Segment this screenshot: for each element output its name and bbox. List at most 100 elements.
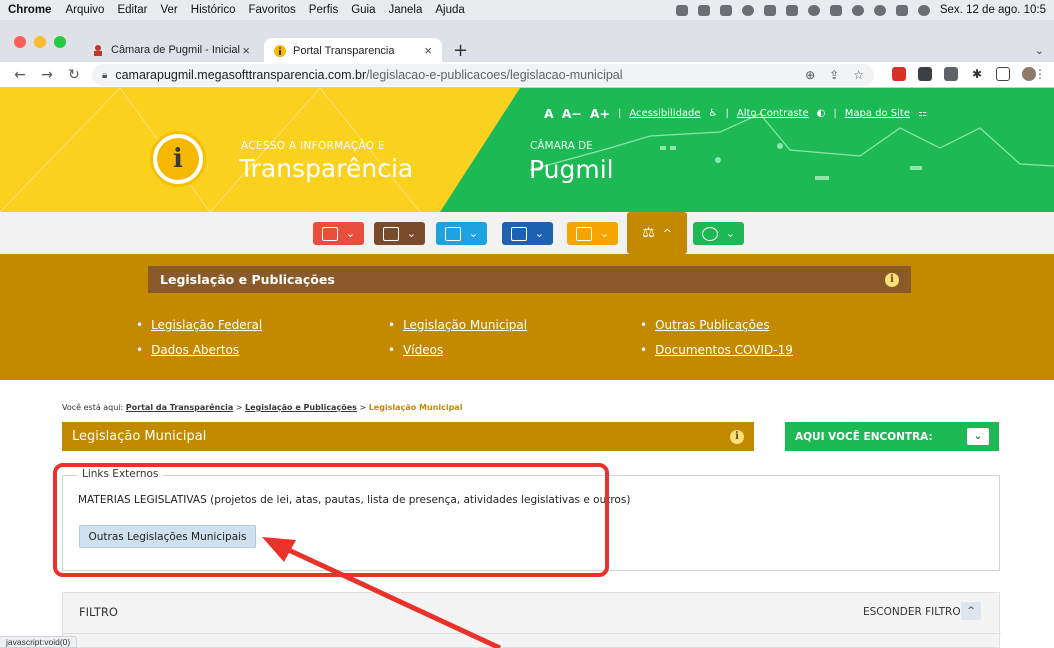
camara-subtitle: CÂMARA DE	[530, 140, 593, 152]
window-maximize-button[interactable]	[54, 36, 66, 48]
wifi-icon[interactable]	[851, 4, 864, 16]
extensions-bar: ✱	[892, 67, 1036, 81]
nav-relatorios-button[interactable]: ⌄	[502, 222, 553, 245]
menubar-item-ajuda[interactable]: Ajuda	[435, 4, 464, 16]
battery-icon[interactable]	[829, 4, 842, 16]
window-close-button[interactable]	[14, 36, 26, 48]
nav-licitacoes-button[interactable]: ⌄	[374, 222, 425, 245]
brand-title[interactable]: Transparência	[239, 154, 413, 183]
extension-icon[interactable]	[944, 67, 958, 81]
nav-legislacao-button[interactable]: ⚖︎ ^	[627, 212, 687, 254]
puzzle-extensions-icon[interactable]: ✱	[970, 67, 984, 81]
filter-panel: FILTRO ESCONDER FILTRO ^	[62, 592, 1001, 648]
url-host: camarapugmil.megasofttransparencia.com.b…	[115, 68, 367, 82]
accessibility-link[interactable]: Acessibilidade	[629, 108, 700, 119]
tab-camara-inicial[interactable]: Câmara de Pugmil - Inicial ×	[82, 38, 260, 62]
info-circle-icon	[701, 226, 718, 241]
font-reset-button[interactable]: A	[544, 106, 554, 121]
legislacao-submenu: Legislação e Publicações i Legislação Fe…	[0, 254, 1054, 380]
menubar-clock[interactable]: Sex. 12 de ago. 10:5	[940, 4, 1046, 16]
high-contrast-link[interactable]: Alto Contraste	[737, 108, 809, 119]
breadcrumb-separator: >	[235, 403, 243, 412]
breadcrumb-home-link[interactable]: Portal da Transparência	[126, 403, 233, 412]
os-menubar: Chrome Arquivo Editar Ver Histórico Favo…	[0, 0, 1054, 20]
info-icon[interactable]: i	[885, 272, 899, 287]
menubar-item-historico[interactable]: Histórico	[191, 4, 236, 16]
reload-icon[interactable]: ↻	[67, 67, 81, 83]
transparencia-logo[interactable]: i	[150, 131, 206, 187]
wheelchair-icon: ♿︎	[708, 108, 718, 119]
browser-tabstrip: Câmara de Pugmil - Inicial × Portal Tran…	[0, 20, 1054, 63]
chevron-down-icon: ⌄	[599, 227, 610, 240]
menubar-item-arquivo[interactable]: Arquivo	[65, 4, 104, 16]
camara-title[interactable]: Pugmil	[529, 155, 614, 184]
pdf-extension-icon[interactable]	[892, 67, 906, 81]
chevron-down-icon: ⌄	[534, 227, 545, 240]
breadcrumb-current: Legislação Municipal	[368, 403, 463, 412]
tray-app-icon[interactable]	[741, 4, 754, 16]
document-icon	[575, 226, 592, 241]
menubar-item-perfis[interactable]: Perfis	[309, 4, 338, 16]
filter-title: FILTRO	[79, 605, 118, 619]
spotlight-search-icon[interactable]	[873, 4, 886, 16]
chevron-down-icon: ⌄	[345, 227, 356, 240]
tab-search-chevron-icon[interactable]: ⌄	[1035, 44, 1044, 57]
back-arrow-icon[interactable]: ←	[13, 67, 27, 83]
nav-informacoes-button[interactable]: ⌄	[693, 222, 744, 245]
tray-app-icon[interactable]	[675, 4, 688, 16]
menubar-item-ver[interactable]: Ver	[161, 4, 178, 16]
forward-arrow-icon[interactable]: →	[40, 67, 54, 83]
submenu-link-outras-publicacoes[interactable]: Outras Publicações	[640, 318, 770, 332]
nav-pessoal-button[interactable]: ⌄	[436, 222, 487, 245]
lock-icon[interactable]: 🔒︎	[102, 70, 107, 81]
tab-title: Portal Transparencia	[293, 44, 395, 57]
menubar-app-name[interactable]: Chrome	[8, 4, 51, 16]
share-icon[interactable]: ⇪	[829, 68, 839, 82]
bookmark-star-icon[interactable]: ☆	[853, 68, 864, 82]
browser-status-bar: javascript:void(0)	[0, 636, 78, 648]
menubar-item-favoritos[interactable]: Favoritos	[249, 4, 296, 16]
extension-icon[interactable]	[918, 67, 932, 81]
submenu-link-dados-abertos[interactable]: Dados Abertos	[136, 343, 239, 357]
submenu-link-videos[interactable]: Vídeos	[388, 343, 443, 357]
address-bar[interactable]: 🔒︎ camarapugmil.megasofttransparencia.co…	[92, 64, 874, 86]
sitemap-link[interactable]: Mapa do Site	[845, 108, 910, 119]
nav-financas-button[interactable]: ⌄	[313, 222, 364, 245]
main-icon-nav: ⌄ ⌄ ⌄ ⌄ ⌄ ⚖︎ ^ ⌄	[0, 212, 1054, 254]
font-increase-button[interactable]: A+	[590, 106, 610, 121]
chevron-up-icon[interactable]: ^	[961, 602, 981, 620]
volume-icon[interactable]	[763, 4, 776, 16]
breadcrumb-parent-link[interactable]: Legislação e Publicações	[245, 403, 357, 412]
window-minimize-button[interactable]	[34, 36, 46, 48]
tab-portal-transparencia[interactable]: Portal Transparencia ×	[264, 38, 442, 63]
divider	[63, 633, 1001, 634]
submenu-header: Legislação e Publicações i	[148, 266, 911, 293]
display-icon[interactable]	[785, 4, 798, 16]
submenu-link-legislacao-federal[interactable]: Legislação Federal	[136, 318, 262, 332]
side-panel-icon[interactable]	[996, 67, 1010, 81]
zoom-icon[interactable]: ⊕	[805, 68, 815, 82]
tray-app-icon[interactable]	[719, 4, 732, 16]
control-center-icon[interactable]	[895, 4, 908, 16]
siri-icon[interactable]	[917, 4, 930, 16]
sitemap-icon: ⚏	[917, 108, 927, 119]
screen-record-icon[interactable]	[807, 4, 820, 16]
window-controls	[14, 36, 66, 48]
submenu-link-legislacao-municipal[interactable]: Legislação Municipal	[388, 318, 527, 332]
hide-filter-link[interactable]: ESCONDER FILTRO	[863, 606, 961, 618]
font-decrease-button[interactable]: A−	[562, 106, 582, 121]
chevron-down-icon[interactable]: ⌄	[967, 428, 989, 445]
chrome-menu-icon[interactable]: ⋮	[1034, 67, 1046, 81]
menubar-item-editar[interactable]: Editar	[117, 4, 147, 16]
info-icon[interactable]: i	[730, 429, 744, 444]
tab-close-icon[interactable]: ×	[424, 43, 432, 58]
new-tab-button[interactable]: +	[453, 40, 468, 61]
menubar-item-janela[interactable]: Janela	[389, 4, 423, 16]
nav-documentos-button[interactable]: ⌄	[567, 222, 618, 245]
tray-app-icon[interactable]	[697, 4, 710, 16]
submenu-link-documentos-covid[interactable]: Documentos COVID-19	[640, 343, 793, 357]
menubar-item-guia[interactable]: Guia	[351, 4, 375, 16]
aqui-voce-encontra-panel[interactable]: AQUI VOCÊ ENCONTRA: ⌄	[785, 422, 999, 451]
site-header: i ACESSO A INFORMAÇÃO E Transparência CÂ…	[0, 88, 1054, 212]
tab-close-icon[interactable]: ×	[242, 43, 250, 58]
